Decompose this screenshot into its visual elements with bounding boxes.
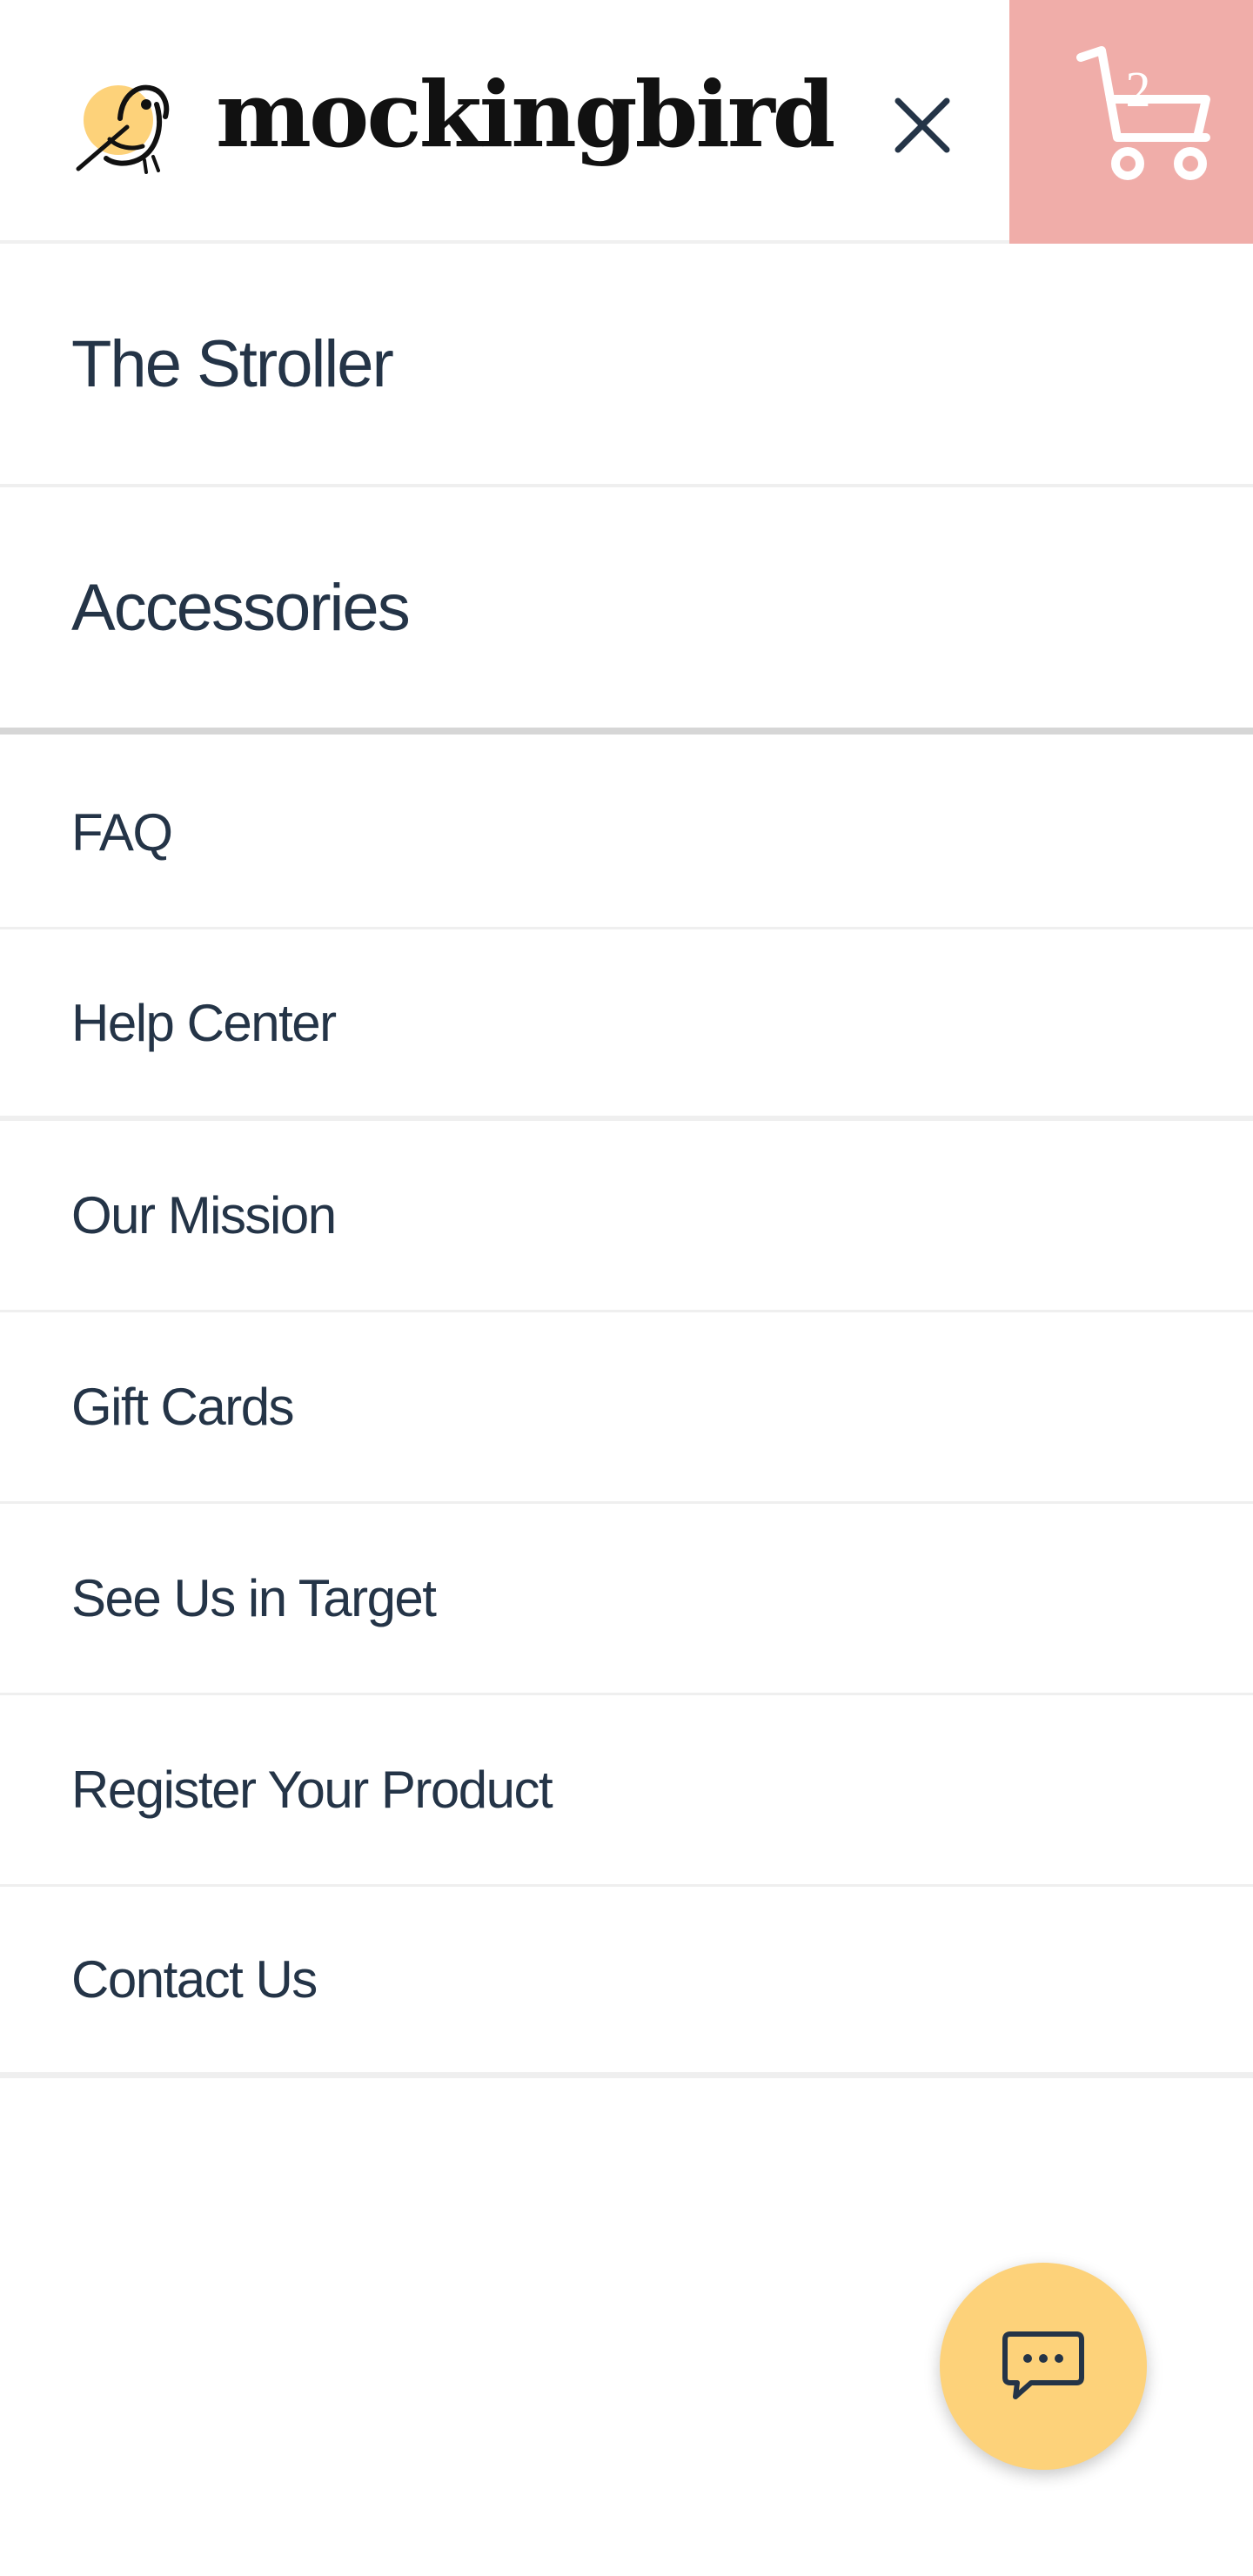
menu-item-contact-us[interactable]: Contact Us	[0, 1887, 1253, 2078]
menu-item-label: Accessories	[71, 570, 411, 645]
menu-item-label: Our Mission	[71, 1186, 337, 1244]
menu-item-register-your-product[interactable]: Register Your Product	[0, 1695, 1253, 1887]
mockingbird-logo-icon	[76, 84, 170, 174]
close-icon	[895, 97, 950, 153]
menu-item-label: Gift Cards	[71, 1378, 295, 1436]
menu-item-label: Contact Us	[71, 1950, 318, 2009]
site-header: mockingbird 2	[0, 0, 1253, 244]
chat-bubble-icon	[1002, 2331, 1084, 2399]
menu-item-gift-cards[interactable]: Gift Cards	[0, 1312, 1253, 1504]
menu-item-label: See Us in Target	[71, 1569, 437, 1627]
secondary-menu: FAQ Help Center Our Mission Gift Cards S…	[0, 738, 1253, 2078]
menu-item-help-center[interactable]: Help Center	[0, 929, 1253, 1121]
menu-item-label: Help Center	[71, 993, 337, 1052]
menu-item-accessories[interactable]: Accessories	[0, 487, 1253, 735]
chat-button[interactable]	[940, 2263, 1147, 2470]
menu-item-our-mission[interactable]: Our Mission	[0, 1121, 1253, 1312]
close-menu-button[interactable]	[877, 80, 968, 171]
primary-menu: The Stroller Accessories	[0, 244, 1253, 735]
brand-logo[interactable]: mockingbird	[70, 61, 835, 178]
cart-count-badge: 2	[1125, 61, 1151, 117]
menu-item-the-stroller[interactable]: The Stroller	[0, 244, 1253, 487]
menu-item-label: The Stroller	[71, 326, 394, 401]
menu-item-see-us-in-target[interactable]: See Us in Target	[0, 1504, 1253, 1695]
menu-item-label: FAQ	[71, 803, 173, 862]
cart-button[interactable]	[1009, 0, 1253, 244]
brand-name: mockingbird	[216, 61, 835, 168]
menu-item-faq[interactable]: FAQ	[0, 738, 1253, 929]
menu-item-label: Register Your Product	[71, 1761, 553, 1819]
